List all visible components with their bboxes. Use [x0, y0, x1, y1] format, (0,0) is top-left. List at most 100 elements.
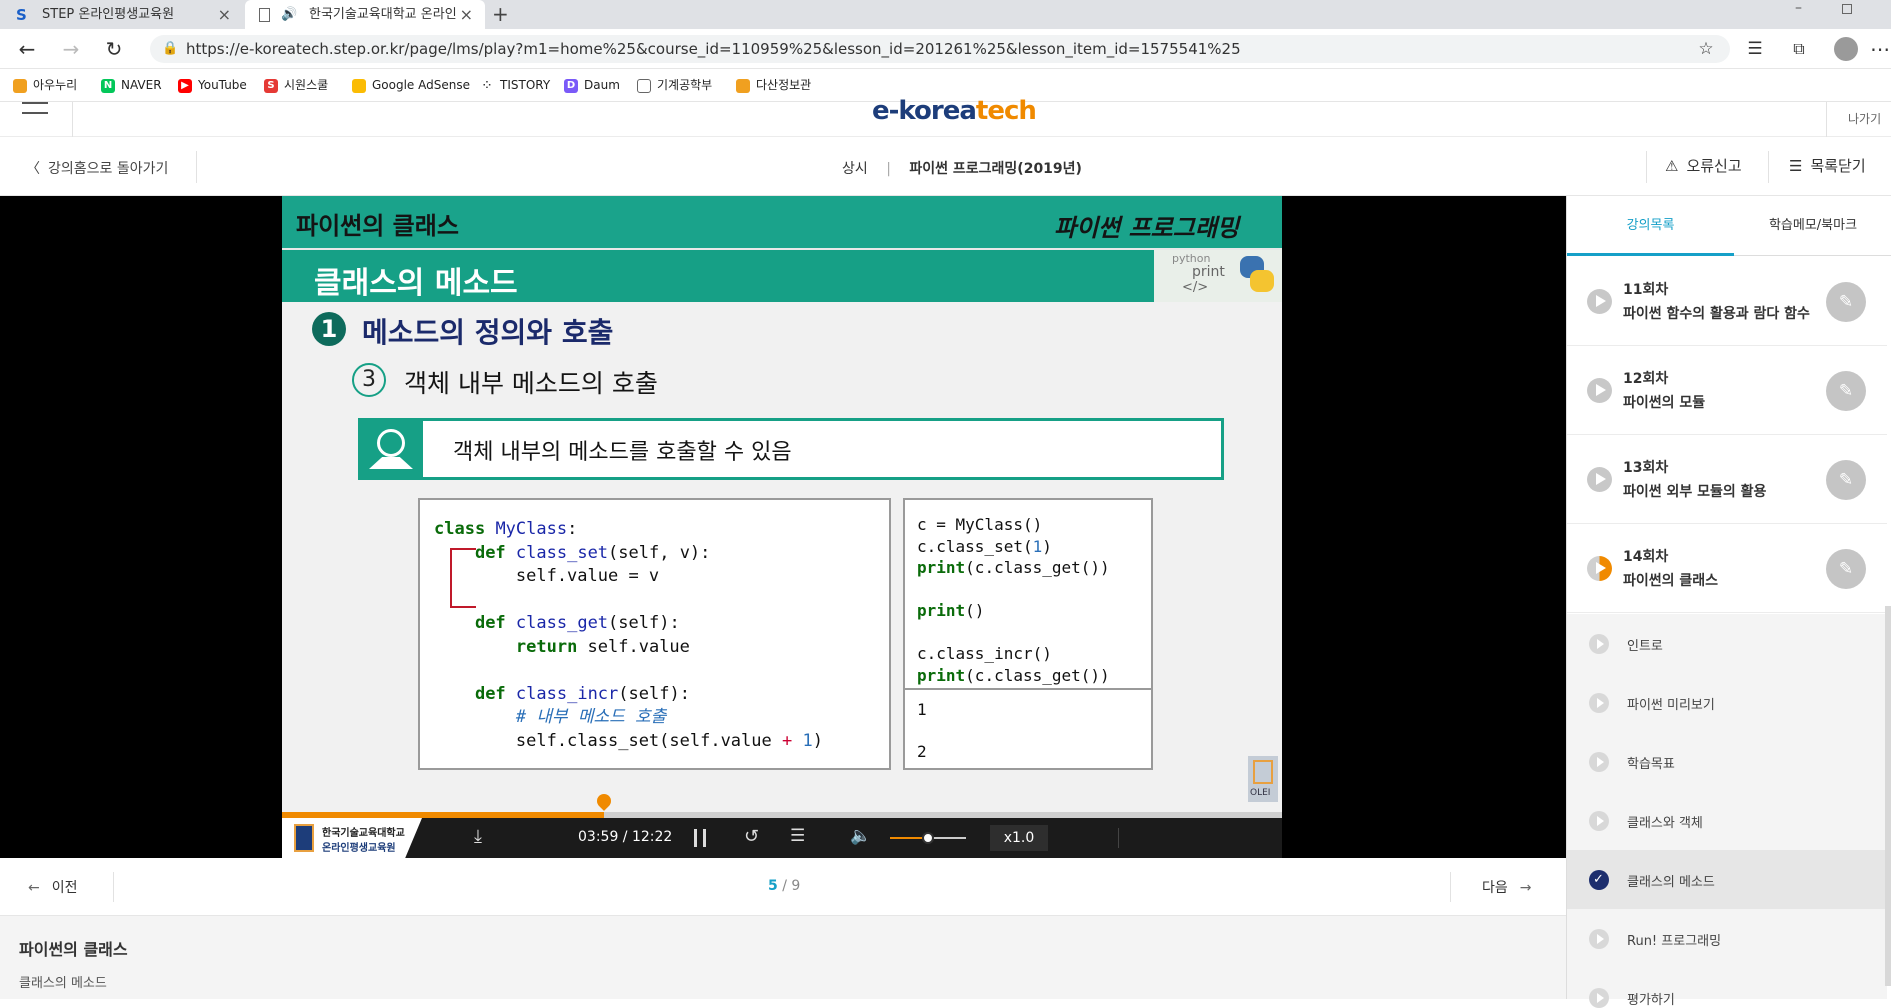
lecture-item-current[interactable]: 14회차 파이썬의 클래스 ✎	[1567, 525, 1887, 613]
panel-scrollbar[interactable]	[1885, 606, 1891, 986]
lecture-item[interactable]: 13회차 파이썬 외부 모듈의 활용 ✎	[1567, 436, 1887, 524]
edit-memo-icon[interactable]: ✎	[1826, 282, 1866, 322]
pager-divider	[113, 872, 114, 902]
slide-banner: 클래스의 메소드 python print </>	[282, 248, 1282, 302]
output-line: 2	[917, 742, 927, 761]
lecture-title: 파이썬의 클래스	[1623, 573, 1719, 589]
chapter-item[interactable]: Run! 프로그래밍	[1567, 909, 1887, 968]
playlist-icon[interactable]: ☰	[790, 826, 805, 846]
tab-memo-bookmark[interactable]: 학습메모/북마크	[1734, 196, 1891, 256]
close-tab-icon[interactable]: ×	[218, 0, 231, 29]
sub-badge: 3	[352, 363, 386, 397]
lecture-item[interactable]: 11회차 파이썬 함수의 활용과 람다 함수 ✎	[1567, 258, 1887, 346]
bookmark-item[interactable]: ▶ YouTube	[178, 69, 247, 102]
browser-tab-koreatech[interactable]: 🔊 한국기술교육대학교 온라인 ×	[245, 0, 485, 29]
volume-thumb[interactable]	[922, 832, 934, 844]
chapter-item[interactable]: 파이썬 미리보기	[1567, 673, 1887, 732]
report-error-button[interactable]: ⚠ 오류신고	[1665, 155, 1742, 176]
slide-top-bar: 파이썬의 클래스 파이썬 프로그래밍	[282, 196, 1282, 248]
youtube-icon: ▶	[178, 78, 192, 93]
lecture-number: 11회차	[1623, 282, 1669, 298]
chapter-item[interactable]: 학습목표	[1567, 732, 1887, 791]
bookmark-item[interactable]: ⁘ TISTORY	[480, 69, 550, 102]
subnav-divider	[1768, 151, 1769, 183]
bookmark-item[interactable]: 다산정보관	[736, 69, 811, 102]
lecture-panel: 강의목록 학습메모/북마크 11회차 파이썬 함수의 활용과 람다 함수 ✎ 1…	[1566, 196, 1891, 1008]
menu-icon[interactable]	[22, 102, 48, 114]
exit-button[interactable]: 나가기	[1848, 110, 1881, 127]
video-player[interactable]: 파이썬의 클래스 파이썬 프로그래밍 클래스의 메소드 python print…	[0, 196, 1566, 858]
olei-logo: OLEI	[1248, 756, 1278, 802]
logo-suffix: tech	[975, 96, 1037, 126]
new-tab-button[interactable]: +	[492, 0, 509, 29]
sub-title: 객체 내부 메소드의 호출	[404, 369, 658, 398]
chapter-item[interactable]: 인트로	[1567, 614, 1887, 673]
close-list-button[interactable]: ☰ 목록닫기	[1789, 155, 1866, 176]
play-icon	[1589, 752, 1609, 772]
back-arrow-icon[interactable]: ←	[13, 35, 41, 63]
course-heading: 상시 | 파이썬 프로그래밍(2019년)	[842, 158, 1082, 178]
forward-arrow-icon[interactable]: →	[57, 35, 85, 63]
replay-icon[interactable]: ↺	[744, 826, 759, 847]
bookmark-item[interactable]: S 시원스쿨	[264, 69, 328, 102]
star-icon[interactable]: ☆	[1692, 35, 1720, 63]
section-number: 1	[320, 315, 338, 343]
code-listing: class MyClass: def class_set(self, v): s…	[434, 519, 823, 751]
profile-avatar[interactable]	[1834, 37, 1858, 61]
tab-lecture-list[interactable]: 강의목록	[1567, 196, 1734, 256]
restore-window-button[interactable]	[1842, 4, 1852, 14]
address-bar[interactable]: 🔒 https://e-koreatech.step.or.kr/page/lm…	[150, 35, 1730, 63]
institute-badge: 한국기술교육대학교 온라인평생교육원	[282, 818, 422, 858]
chapter-item[interactable]: 클래스와 객체	[1567, 791, 1887, 850]
edit-memo-icon[interactable]: ✎	[1826, 460, 1866, 500]
reload-icon[interactable]: ↻	[100, 35, 128, 63]
chapter-item-active[interactable]: 클래스의 메소드	[1567, 850, 1887, 909]
prev-button[interactable]: ← 이전	[28, 877, 78, 897]
volume-slider[interactable]	[890, 832, 966, 844]
site-logo[interactable]: e-koreatech	[872, 96, 1037, 126]
volume-icon[interactable]: 🔈	[850, 826, 871, 846]
call-box: c = MyClass() c.class_set(1) print(c.cla…	[903, 498, 1153, 690]
university-emblem-icon	[294, 824, 314, 852]
minimize-window-button[interactable]: –	[1795, 0, 1802, 16]
favorites-icon[interactable]: ☰	[1741, 35, 1769, 63]
pager-bar: ← 이전 5 / 9 다음 →	[0, 858, 1566, 916]
speed-button[interactable]: x1.0	[990, 825, 1048, 851]
python-logo-icon	[1238, 254, 1274, 294]
site-header: e-koreatech 나가기	[0, 96, 1891, 137]
more-menu-icon[interactable]: ⋯	[1870, 35, 1890, 63]
bookmark-item[interactable]: D Daum	[564, 69, 620, 102]
next-button[interactable]: 다음 →	[1482, 877, 1532, 897]
siwon-icon: S	[264, 78, 278, 93]
browser-tab-step[interactable]: S STEP 온라인평생교육원 ×	[0, 0, 243, 29]
description-title: 파이썬의 클래스	[19, 940, 128, 959]
call-listing: c = MyClass() c.class_set(1) print(c.cla…	[917, 515, 1110, 685]
bookmark-item[interactable]: Google AdSense	[352, 69, 470, 102]
bookmark-item[interactable]: 기계공학부	[637, 69, 712, 102]
back-label: 강의홈으로 돌아가기	[48, 161, 169, 177]
pause-icon[interactable]	[694, 829, 706, 847]
download-icon[interactable]: ⤓	[474, 826, 482, 847]
location-pin-icon[interactable]	[594, 791, 614, 811]
bookmark-item[interactable]: 아우누리	[13, 69, 77, 102]
play-icon	[1589, 693, 1609, 713]
lecture-item[interactable]: 12회차 파이썬의 모듈 ✎	[1567, 347, 1887, 435]
section-title: 메소드의 정의와 호출	[362, 316, 614, 349]
chevron-left-icon: 〈	[26, 161, 40, 177]
speaker-icon[interactable]: 🔊	[281, 0, 297, 29]
lecture-title: 파이썬의 모듈	[1623, 395, 1706, 411]
bookmark-item[interactable]: N NAVER	[101, 69, 162, 102]
collections-icon[interactable]: ⧉	[1785, 35, 1813, 63]
logo-prefix: e-korea	[872, 96, 977, 126]
close-tab-icon[interactable]: ×	[460, 0, 473, 29]
institute-name: 온라인평생교육원	[322, 843, 396, 854]
edit-memo-icon[interactable]: ✎	[1826, 549, 1866, 589]
subnav-divider	[1646, 151, 1647, 183]
player-controls: 한국기술교육대학교 온라인평생교육원 ⤓ 03:59 / 12:22 ↺ ☰ 🔈…	[282, 818, 1282, 858]
back-to-course-link[interactable]: 〈 강의홈으로 돌아가기	[26, 158, 168, 178]
edit-memo-icon[interactable]: ✎	[1826, 371, 1866, 411]
chapter-item[interactable]: 평가하기	[1567, 968, 1887, 1008]
page-current: 5	[768, 878, 778, 894]
play-icon	[1589, 988, 1609, 1008]
python-deco: python print </>	[1154, 250, 1282, 302]
